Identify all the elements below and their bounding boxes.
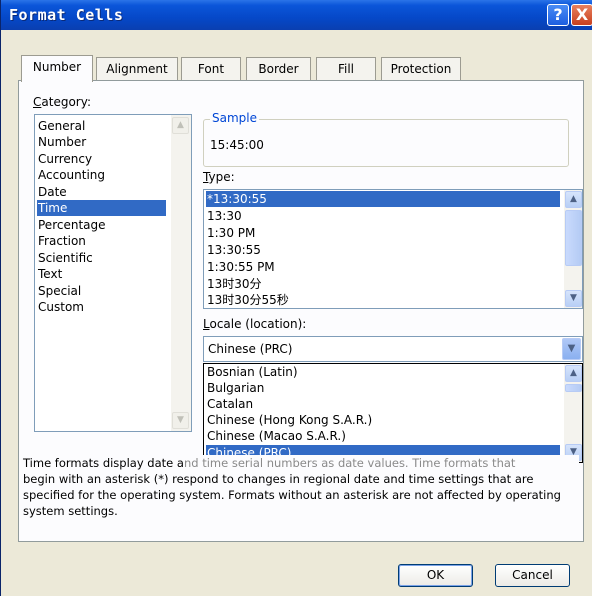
category-item-custom[interactable]: Custom [37, 299, 171, 315]
sample-group: Sample 15:45:00 [203, 111, 569, 167]
tab-border[interactable]: Border [246, 57, 311, 81]
category-item-currency[interactable]: Currency [37, 151, 171, 167]
window-title: Format Cells [9, 6, 124, 24]
tab-protection[interactable]: Protection [381, 57, 461, 81]
category-item-number[interactable]: Number [37, 134, 171, 150]
category-item-general[interactable]: General [37, 118, 171, 134]
cancel-button[interactable]: Cancel [495, 564, 570, 587]
type-item[interactable]: 1:30:55 PM [206, 259, 562, 275]
category-item-text[interactable]: Text [37, 266, 171, 282]
category-label: Category: [33, 95, 91, 109]
type-item[interactable]: *13:30:55 [206, 191, 560, 207]
category-item-date[interactable]: Date [37, 184, 171, 200]
locale-dropdown-list[interactable]: Bosnian (Latin) Bulgarian Catalan Chines… [203, 363, 583, 463]
locale-item[interactable]: Catalan [206, 396, 562, 412]
locale-combobox[interactable]: Chinese (PRC) ▼ [203, 336, 583, 362]
format-description: Time formats display date and time seria… [23, 455, 579, 519]
category-scrollbar[interactable]: ▲ ▼ [171, 115, 191, 431]
locale-label: Locale (location): [203, 317, 307, 331]
locale-value: Chinese (PRC) [208, 342, 293, 356]
tab-number[interactable]: Number [21, 55, 93, 82]
category-item-scientific[interactable]: Scientific [37, 250, 171, 266]
category-item-time[interactable]: Time [37, 200, 166, 216]
type-item[interactable]: 13时30分55秒 [206, 292, 562, 308]
locale-scrollbar[interactable]: ▲ ▼ [564, 364, 582, 462]
ok-button[interactable]: OK [398, 564, 473, 587]
scroll-up-icon[interactable]: ▲ [172, 117, 189, 134]
format-cells-dialog: Format Cells ? X Number Alignment Font B… [0, 0, 592, 596]
sample-legend: Sample [210, 111, 259, 125]
tab-alignment[interactable]: Alignment [96, 57, 178, 81]
type-label: Type: [203, 170, 235, 184]
category-item-special[interactable]: Special [37, 283, 171, 299]
locale-item[interactable]: Bosnian (Latin) [206, 364, 562, 380]
type-list[interactable]: *13:30:55 13:30 1:30 PM 13:30:55 1:30:55… [203, 189, 583, 309]
tab-fill[interactable]: Fill [316, 57, 376, 81]
type-item[interactable]: 13:30:55 [206, 242, 562, 258]
category-item-fraction[interactable]: Fraction [37, 233, 171, 249]
scroll-down-icon[interactable]: ▼ [565, 290, 582, 307]
type-scrollbar[interactable]: ▲ ▼ [564, 190, 582, 308]
title-bar[interactable]: Format Cells ? X [1, 0, 592, 30]
help-button[interactable]: ? [547, 4, 569, 26]
locale-item[interactable]: Bulgarian [206, 380, 562, 396]
locale-item[interactable]: Chinese (Hong Kong S.A.R.) [206, 412, 562, 428]
locale-item[interactable]: Chinese (Macao S.A.R.) [206, 428, 562, 444]
type-item[interactable]: 13时30分 [206, 276, 562, 292]
locale-scroll-thumb[interactable] [565, 384, 582, 392]
scroll-up-icon[interactable]: ▲ [565, 191, 582, 208]
scroll-up-icon[interactable]: ▲ [565, 365, 582, 382]
tab-font[interactable]: Font [181, 57, 241, 81]
close-button[interactable]: X [571, 4, 592, 26]
type-item[interactable]: 13:30 [206, 208, 562, 224]
category-list[interactable]: General Number Currency Accounting Date … [34, 114, 192, 432]
type-item[interactable]: 1:30 PM [206, 225, 562, 241]
type-scroll-thumb[interactable] [565, 210, 582, 266]
category-item-percentage[interactable]: Percentage [37, 217, 171, 233]
sample-value: 15:45:00 [210, 138, 264, 152]
scroll-down-icon[interactable]: ▼ [172, 412, 189, 429]
number-tab-panel: Category: General Number Currency Accoun… [18, 80, 584, 542]
chevron-down-icon[interactable]: ▼ [562, 338, 581, 360]
category-item-accounting[interactable]: Accounting [37, 167, 171, 183]
